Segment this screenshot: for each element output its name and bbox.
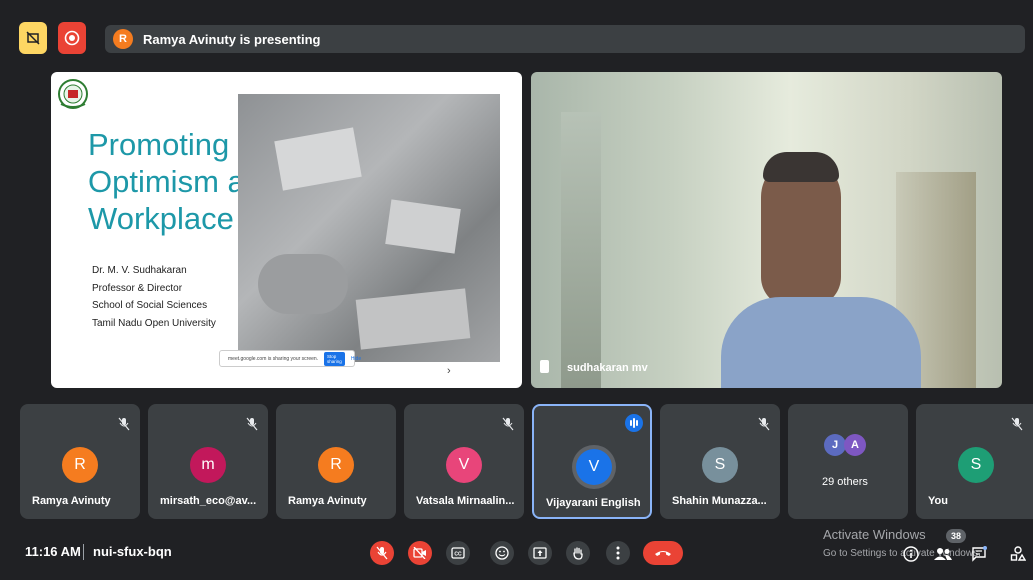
participant-tile[interactable]: m mirsath_eco@av... [148, 404, 268, 519]
speaker-name: sudhakaran mv [567, 362, 648, 374]
presenting-text: Ramya Avinuty is presenting [143, 31, 321, 47]
participant-tile-active[interactable]: V Vijayarani English [532, 404, 652, 519]
reactions-button[interactable] [490, 541, 514, 565]
leave-call-button[interactable] [643, 541, 683, 565]
avatar: S [702, 447, 738, 483]
avatar: R [62, 447, 98, 483]
participant-tile[interactable]: R Ramya Avinuty [20, 404, 140, 519]
camera-off-icon [413, 547, 426, 559]
info-button[interactable] [902, 545, 920, 563]
more-vert-icon [616, 546, 620, 560]
shared-screen[interactable]: Promoting Optimism at Workplace Dr. M. V… [51, 72, 522, 388]
slide-author: Dr. M. V. Sudhakaran Professor & Directo… [92, 262, 216, 332]
presenter-avatar: R [113, 29, 133, 49]
chevron-right-icon: › [447, 365, 451, 377]
people-icon [934, 548, 952, 560]
avatar: A [844, 434, 866, 456]
avatar: S [958, 447, 994, 483]
slide-title-line: Workplace [88, 201, 234, 236]
activities-icon [1010, 546, 1026, 561]
slide-title-line: Promoting [88, 127, 230, 162]
avatar: J [824, 434, 846, 456]
emoji-icon [495, 546, 509, 560]
participant-tile[interactable]: S Shahin Munazza... [660, 404, 780, 519]
mic-off-icon [1011, 417, 1023, 431]
slide-title: Promoting Optimism at Workplace [88, 126, 253, 237]
university-logo [58, 79, 88, 109]
mic-off-button[interactable] [370, 541, 394, 565]
captions-icon: CC [451, 547, 465, 559]
svg-text:CC: CC [454, 552, 462, 558]
participant-tile[interactable]: V Vatsala Mirnaalin... [404, 404, 524, 519]
participant-name: Shahin Munazza... [672, 495, 767, 507]
speaker-video[interactable]: sudhakaran mv [531, 72, 1002, 388]
screen-share-bar: meet.google.com is sharing your screen. … [219, 350, 361, 367]
raise-hand-button[interactable] [566, 541, 590, 565]
hand-icon [573, 547, 583, 560]
author-line: School of Social Sciences [92, 300, 208, 311]
mic-off-icon [502, 417, 514, 431]
self-tile[interactable]: S You [916, 404, 1033, 519]
video-off-icon[interactable] [19, 22, 47, 54]
participant-name: Ramya Avinuty [288, 495, 367, 507]
hide-button[interactable]: Hide [351, 356, 361, 362]
others-count: 29 others [822, 476, 868, 488]
avatar: V [576, 449, 612, 485]
captions-button[interactable]: CC [446, 541, 470, 565]
participant-name: You [928, 495, 948, 507]
slide-title-line: Optimism at [88, 164, 254, 199]
activate-windows-title: Activate Windows [823, 527, 926, 542]
mic-off-icon [758, 417, 770, 431]
mic-off-icon [118, 417, 130, 431]
presenting-banner: R Ramya Avinuty is presenting [105, 25, 1025, 53]
participant-name: Vijayarani English [546, 497, 641, 509]
participant-tile[interactable]: R Ramya Avinuty [276, 404, 396, 519]
slide-photo [238, 94, 500, 362]
clock: 11:16 AM [25, 544, 81, 559]
activities-button[interactable] [1009, 545, 1027, 563]
present-icon [533, 547, 547, 559]
participant-name: Ramya Avinuty [32, 495, 111, 507]
author-line: Professor & Director [92, 282, 183, 294]
avatar: V [446, 447, 482, 483]
more-options-button[interactable] [606, 541, 630, 565]
meeting-code: nui-sfux-bqn [93, 544, 172, 559]
top-bar: R Ramya Avinuty is presenting [0, 0, 1033, 75]
chat-icon [972, 546, 987, 562]
participant-name: Vatsala Mirnaalin... [416, 495, 515, 507]
participant-name: mirsath_eco@av... [160, 495, 257, 507]
author-line: Tamil Nadu Open University [92, 317, 216, 329]
author-line: Dr. M. V. Sudhakaran [92, 265, 187, 276]
others-tile[interactable]: J A 29 others [788, 404, 908, 519]
divider [83, 544, 84, 560]
participant-count-badge: 38 [946, 529, 966, 543]
mic-off-icon [376, 546, 388, 560]
chat-button[interactable] [970, 545, 988, 563]
mic-off-icon [246, 417, 258, 431]
camera-off-button[interactable] [408, 541, 432, 565]
stop-sharing-button[interactable]: Stop sharing [324, 351, 345, 366]
mic-icon [540, 360, 549, 373]
avatar: R [318, 447, 354, 483]
speaking-indicator-icon [625, 414, 643, 432]
recording-icon[interactable] [58, 22, 86, 54]
share-message: meet.google.com is sharing your screen. [228, 355, 319, 362]
people-button[interactable] [934, 545, 952, 563]
present-button[interactable] [528, 541, 552, 565]
info-icon [903, 546, 919, 562]
avatar: m [190, 447, 226, 483]
hang-up-icon [655, 551, 671, 556]
